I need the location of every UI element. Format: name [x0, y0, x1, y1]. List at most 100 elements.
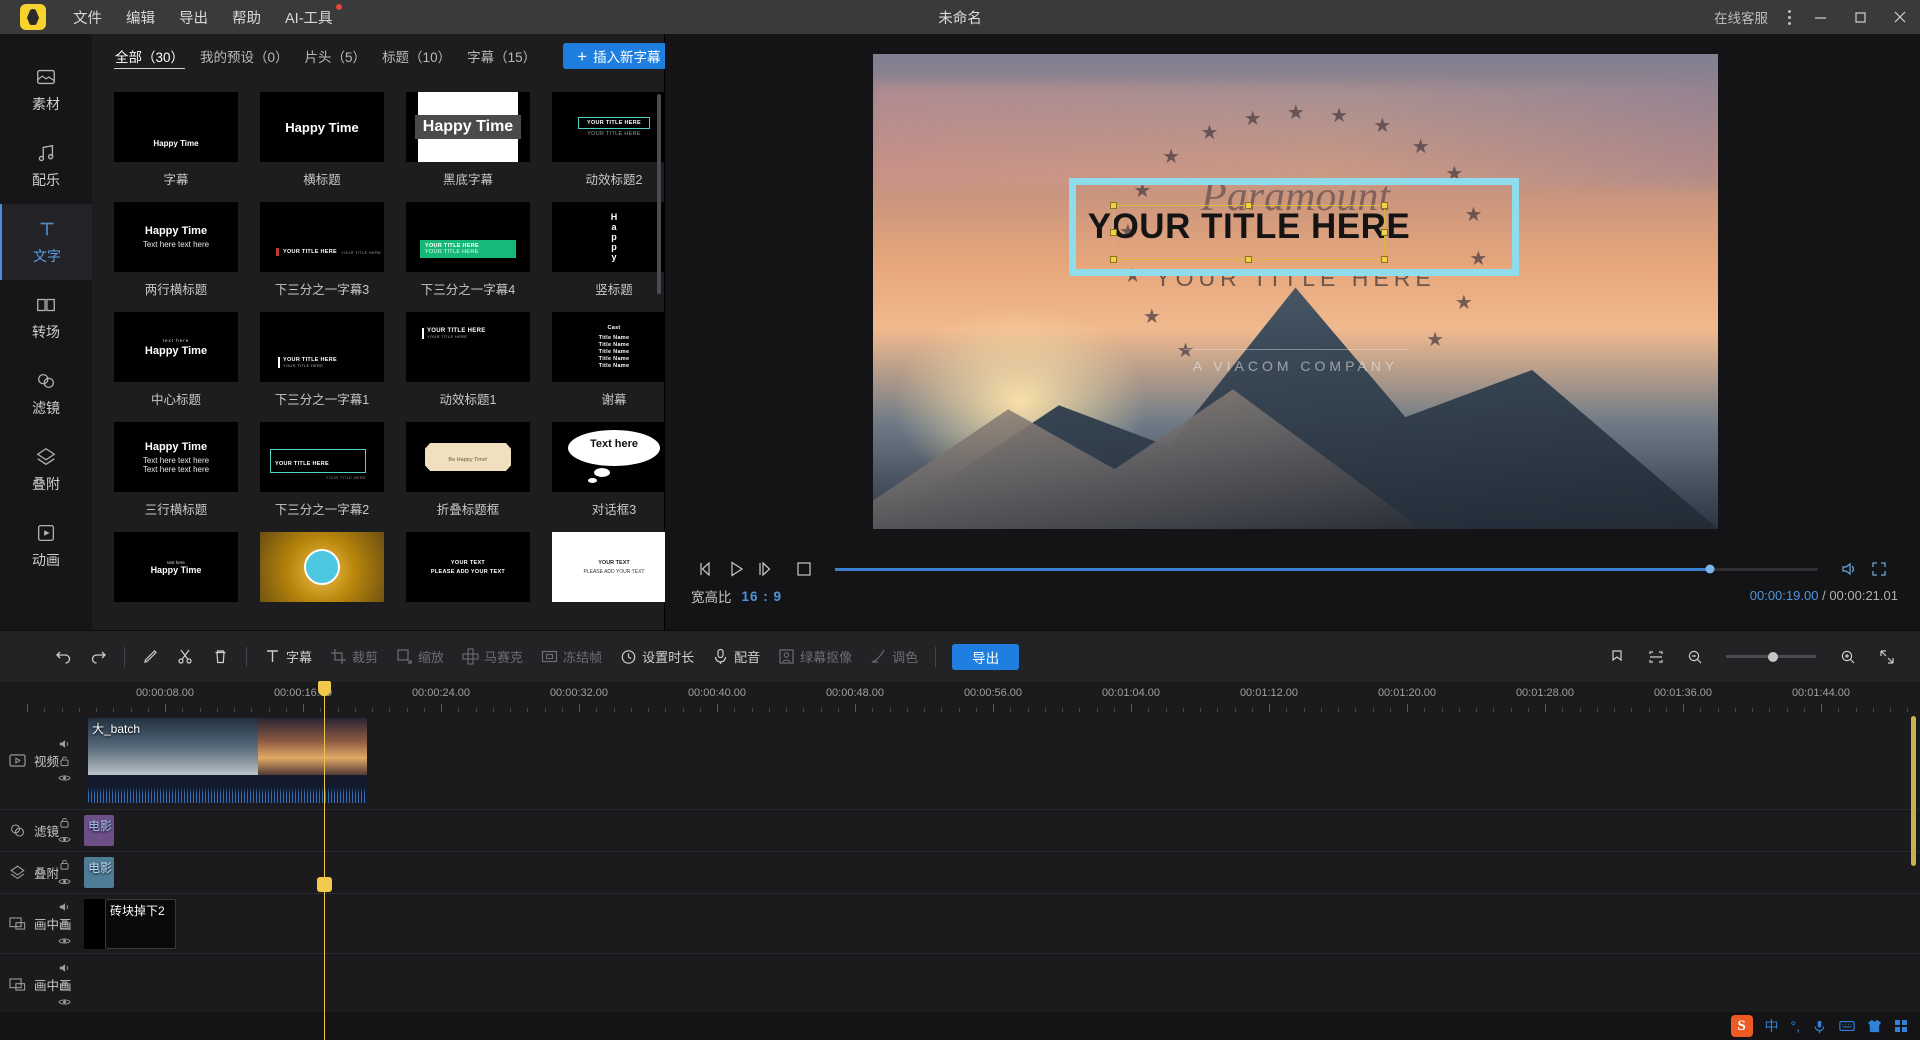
redo-button[interactable]	[81, 640, 116, 674]
mute-icon[interactable]	[58, 737, 71, 750]
tab-subtitle[interactable]: 字幕（15）	[466, 44, 537, 68]
voiceover-tool[interactable]: 配音	[703, 640, 769, 674]
zoom-in-button[interactable]	[1830, 640, 1865, 674]
fullscreen-button[interactable]	[1864, 554, 1894, 584]
template-panel-scrollbar[interactable]	[657, 94, 661, 294]
menu-item-file[interactable]: 文件	[62, 2, 113, 33]
template-cell[interactable]: YOUR TITLE HERE YOUR TITLE HERE 下三分之一字幕4	[406, 202, 530, 298]
template-cell[interactable]: Text here 对话框3	[552, 422, 665, 518]
template-cell[interactable]: YOUR TITLE HERE YOUR TITLE HERE 下三分之一字幕1	[260, 312, 384, 408]
tab-opening[interactable]: 片头（5）	[304, 44, 368, 68]
fit-timeline-button[interactable]	[1638, 640, 1673, 674]
timeline-clip-video[interactable]: 大_batch	[88, 718, 367, 803]
eye-icon[interactable]	[58, 771, 71, 784]
progress-knob[interactable]	[1705, 565, 1714, 574]
more-options-icon[interactable]	[1778, 0, 1800, 34]
ime-skin-icon[interactable]	[1867, 1019, 1882, 1033]
eye-icon[interactable]	[58, 833, 71, 846]
timeline-clip-filter[interactable]: 电影	[84, 815, 114, 846]
template-cell[interactable]: Happy Time Text here text here Text here…	[114, 422, 238, 518]
marker-button[interactable]	[1599, 640, 1634, 674]
template-cell[interactable]	[260, 532, 384, 602]
insert-new-subtitle-button[interactable]: + 插入新字幕	[563, 43, 674, 69]
lock-icon[interactable]	[58, 754, 71, 767]
sidebar-item-transition[interactable]: 转场	[0, 280, 92, 356]
timeline-vscrollbar[interactable]	[1911, 716, 1916, 866]
menu-item-edit[interactable]: 编辑	[115, 2, 166, 33]
resize-handle-s[interactable]	[1245, 256, 1252, 263]
sidebar-item-music[interactable]: 配乐	[0, 128, 92, 204]
resize-handle-w[interactable]	[1110, 229, 1117, 236]
sidebar-item-overlay[interactable]: 叠附	[0, 432, 92, 508]
volume-button[interactable]	[1834, 554, 1864, 584]
close-button[interactable]	[1880, 0, 1920, 34]
next-frame-button[interactable]	[751, 554, 781, 584]
sidebar-item-filter[interactable]: 滤镜	[0, 356, 92, 432]
color-grade-tool[interactable]: 调色	[861, 640, 927, 674]
playhead[interactable]	[324, 682, 325, 1040]
play-button[interactable]	[721, 554, 751, 584]
freeze-frame-tool[interactable]: 冻结帧	[532, 640, 611, 674]
timeline-zoom-slider[interactable]	[1726, 655, 1816, 658]
template-cell[interactable]: Happy Time 横标题	[260, 92, 384, 188]
split-button[interactable]	[168, 640, 203, 674]
resize-handle-sw[interactable]	[1110, 256, 1117, 263]
template-cell[interactable]: Happy Time 字幕	[114, 92, 238, 188]
chroma-key-tool[interactable]: 绿幕抠像	[769, 640, 861, 674]
playhead-handle[interactable]	[318, 681, 331, 696]
mute-icon[interactable]	[58, 961, 71, 974]
menu-item-ai-tools[interactable]: AI-工具	[274, 2, 344, 33]
template-cell[interactable]: Happy Time Text here text here 两行横标题	[114, 202, 238, 298]
timeline-clip-overlay[interactable]: 电影	[84, 857, 114, 888]
template-cell[interactable]: Happy 竖标题	[552, 202, 665, 298]
expand-timeline-button[interactable]	[1869, 640, 1904, 674]
menu-item-help[interactable]: 帮助	[221, 2, 272, 33]
ime-punctuation-toggle[interactable]: °,	[1791, 1018, 1801, 1034]
template-cell[interactable]: YOUR TITLE HERE YOUR TITLE HERE 动效标题1	[406, 312, 530, 408]
lock-icon[interactable]	[58, 917, 71, 930]
timeline-clip-pip-b[interactable]: 砖块掉下2	[105, 899, 176, 949]
undo-button[interactable]	[46, 640, 81, 674]
track-header-pip-1[interactable]: 画中画	[0, 894, 88, 953]
resize-handle-e[interactable]	[1381, 229, 1388, 236]
template-cell[interactable]: YOUR TITLE HERE YOUR TITLE HERE 下三分之一字幕2	[260, 422, 384, 518]
sidebar-item-animation[interactable]: 动画	[0, 508, 92, 584]
playhead-marker[interactable]	[317, 877, 332, 892]
track-header-filter[interactable]: 滤镜	[0, 810, 88, 851]
template-cell[interactable]: YOUR TITLE HERE YOUR TITLE HERE 动效标题2	[552, 92, 665, 188]
resize-handle-ne[interactable]	[1381, 202, 1388, 209]
video-preview[interactable]: ★ ★ ★ ★ ★ ★ ★ ★ ★ ★ ★ ★ ★ ★ ★ ★ ★ Paramo…	[873, 54, 1718, 529]
tab-title[interactable]: 标题（10）	[381, 44, 452, 68]
ime-microphone-icon[interactable]	[1812, 1019, 1827, 1034]
mosaic-tool[interactable]: 马赛克	[453, 640, 532, 674]
timeline-ruler[interactable]: 00:00:08.00 00:00:16.00 00:00:24.00 00:0…	[0, 682, 1920, 712]
template-cell[interactable]: YOUR TITLE HERE YOUR TITLE HERE 下三分之一字幕3	[260, 202, 384, 298]
minimize-button[interactable]	[1800, 0, 1840, 34]
zoom-out-button[interactable]	[1677, 640, 1712, 674]
template-cell[interactable]: Be Happy Time! 折叠标题框	[406, 422, 530, 518]
scale-tool[interactable]: 缩放	[387, 640, 453, 674]
menu-item-export[interactable]: 导出	[168, 2, 219, 33]
ime-keyboard-icon[interactable]	[1839, 1019, 1855, 1033]
tab-all[interactable]: 全部（30）	[114, 44, 185, 69]
template-cell[interactable]: Cast Title Name Title Name Title Name Ti…	[552, 312, 665, 408]
eye-icon[interactable]	[58, 934, 71, 947]
online-service-link[interactable]: 在线客服	[1714, 7, 1768, 27]
aspect-ratio-value[interactable]: 16 : 9	[742, 589, 783, 604]
tab-my-presets[interactable]: 我的预设（0）	[199, 44, 290, 68]
resize-handle-n[interactable]	[1245, 202, 1252, 209]
lock-icon[interactable]	[58, 978, 71, 991]
maximize-button[interactable]	[1840, 0, 1880, 34]
track-header-overlay[interactable]: 叠附	[0, 852, 88, 893]
crop-tool[interactable]: 裁剪	[321, 640, 387, 674]
eye-icon[interactable]	[58, 995, 71, 1008]
sidebar-item-media[interactable]: 素材	[0, 52, 92, 128]
template-cell[interactable]: text here Happy Time	[114, 532, 238, 602]
ime-apps-icon[interactable]	[1894, 1019, 1908, 1033]
track-header-video[interactable]: 视频	[0, 712, 88, 809]
lock-icon[interactable]	[58, 816, 71, 829]
track-header-pip-2[interactable]: 画中画	[0, 954, 88, 1015]
mute-icon[interactable]	[58, 900, 71, 913]
lock-icon[interactable]	[58, 858, 71, 871]
text-selection-box[interactable]	[1113, 205, 1385, 260]
